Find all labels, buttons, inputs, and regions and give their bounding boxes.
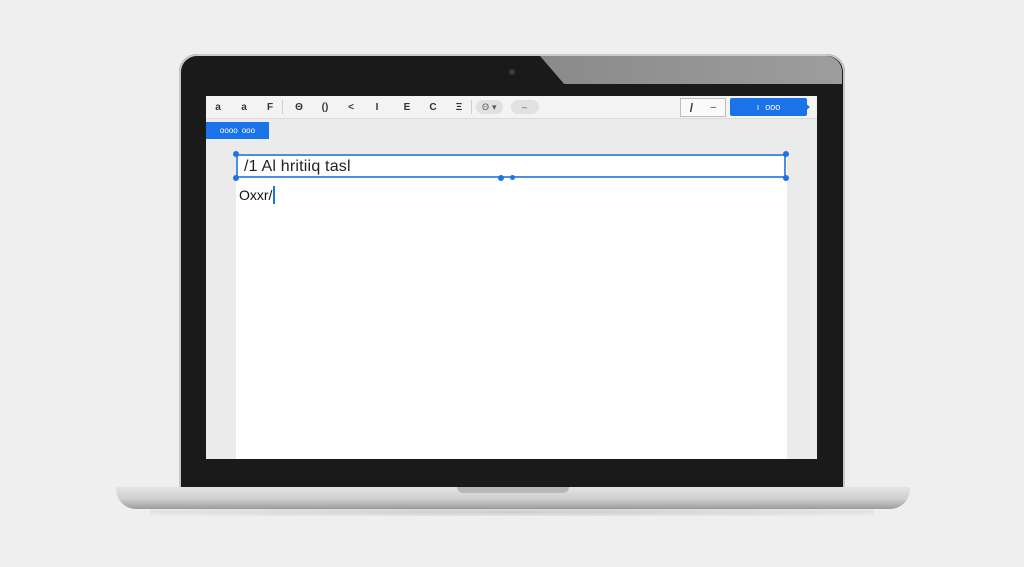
share-prefix-icon: ı <box>756 102 760 112</box>
laptop-screen: a a F Θ () < I E C Ξ Θ ▾ – / – ı ooo ooo… <box>206 96 817 459</box>
resize-handle-bottom-mid-2[interactable] <box>510 175 515 180</box>
side-tab-label: oooo <box>219 126 238 135</box>
toolbar-button-9[interactable]: C <box>425 99 441 115</box>
font-pill-label: Θ <box>482 102 490 112</box>
text-cursor <box>273 186 276 204</box>
resize-handle-bottom-mid[interactable] <box>498 175 504 181</box>
resize-handle-top-left[interactable] <box>233 151 239 157</box>
laptop-shadow <box>150 508 874 516</box>
pen-tool-button[interactable]: / – <box>680 98 726 117</box>
share-button[interactable]: ı ooo <box>730 98 807 116</box>
document-title[interactable]: /1 Al hritiiq tasl <box>244 158 351 176</box>
toolbar-button-2[interactable]: a <box>236 99 252 115</box>
toolbar-button-10[interactable]: Ξ <box>451 99 467 115</box>
toolbar-button-5[interactable]: () <box>317 99 333 115</box>
resize-handle-bottom-left[interactable] <box>233 175 239 181</box>
toolbar-button-3[interactable]: F <box>262 99 278 115</box>
side-panel-tab[interactable]: oooo ooo <box>206 122 269 139</box>
toolbar-button-7[interactable]: I <box>369 99 385 115</box>
resize-handle-bottom-right[interactable] <box>783 175 789 181</box>
share-arrow-icon <box>804 102 810 112</box>
toolbar-divider <box>282 100 283 114</box>
style-select[interactable]: – <box>510 100 539 114</box>
resize-handle-top-right[interactable] <box>783 151 789 157</box>
document-body[interactable]: Oxxr/ <box>239 186 276 204</box>
document-page[interactable]: /1 Al hritiiq tasl Oxxr/ <box>233 151 789 459</box>
toolbar-divider <box>471 100 472 114</box>
font-select[interactable]: Θ ▾ <box>476 100 503 114</box>
pen-menu-icon: – <box>710 102 717 113</box>
toolbar-button-1[interactable]: a <box>210 99 226 115</box>
lid-glare <box>540 56 842 84</box>
toolbar-button-4[interactable]: Θ <box>291 99 307 115</box>
toolbar-button-6[interactable]: < <box>343 99 359 115</box>
laptop-base-notch <box>457 487 569 493</box>
side-tab-extra: ooo <box>241 126 256 135</box>
pen-icon: / <box>689 100 694 115</box>
style-pill-label: – <box>522 102 528 112</box>
webcam-icon <box>509 69 515 75</box>
toolbar-button-8[interactable]: E <box>399 99 415 115</box>
body-text: Oxxr/ <box>239 187 273 203</box>
share-label: ooo <box>765 102 781 112</box>
chevron-down-icon: ▾ <box>492 101 497 112</box>
